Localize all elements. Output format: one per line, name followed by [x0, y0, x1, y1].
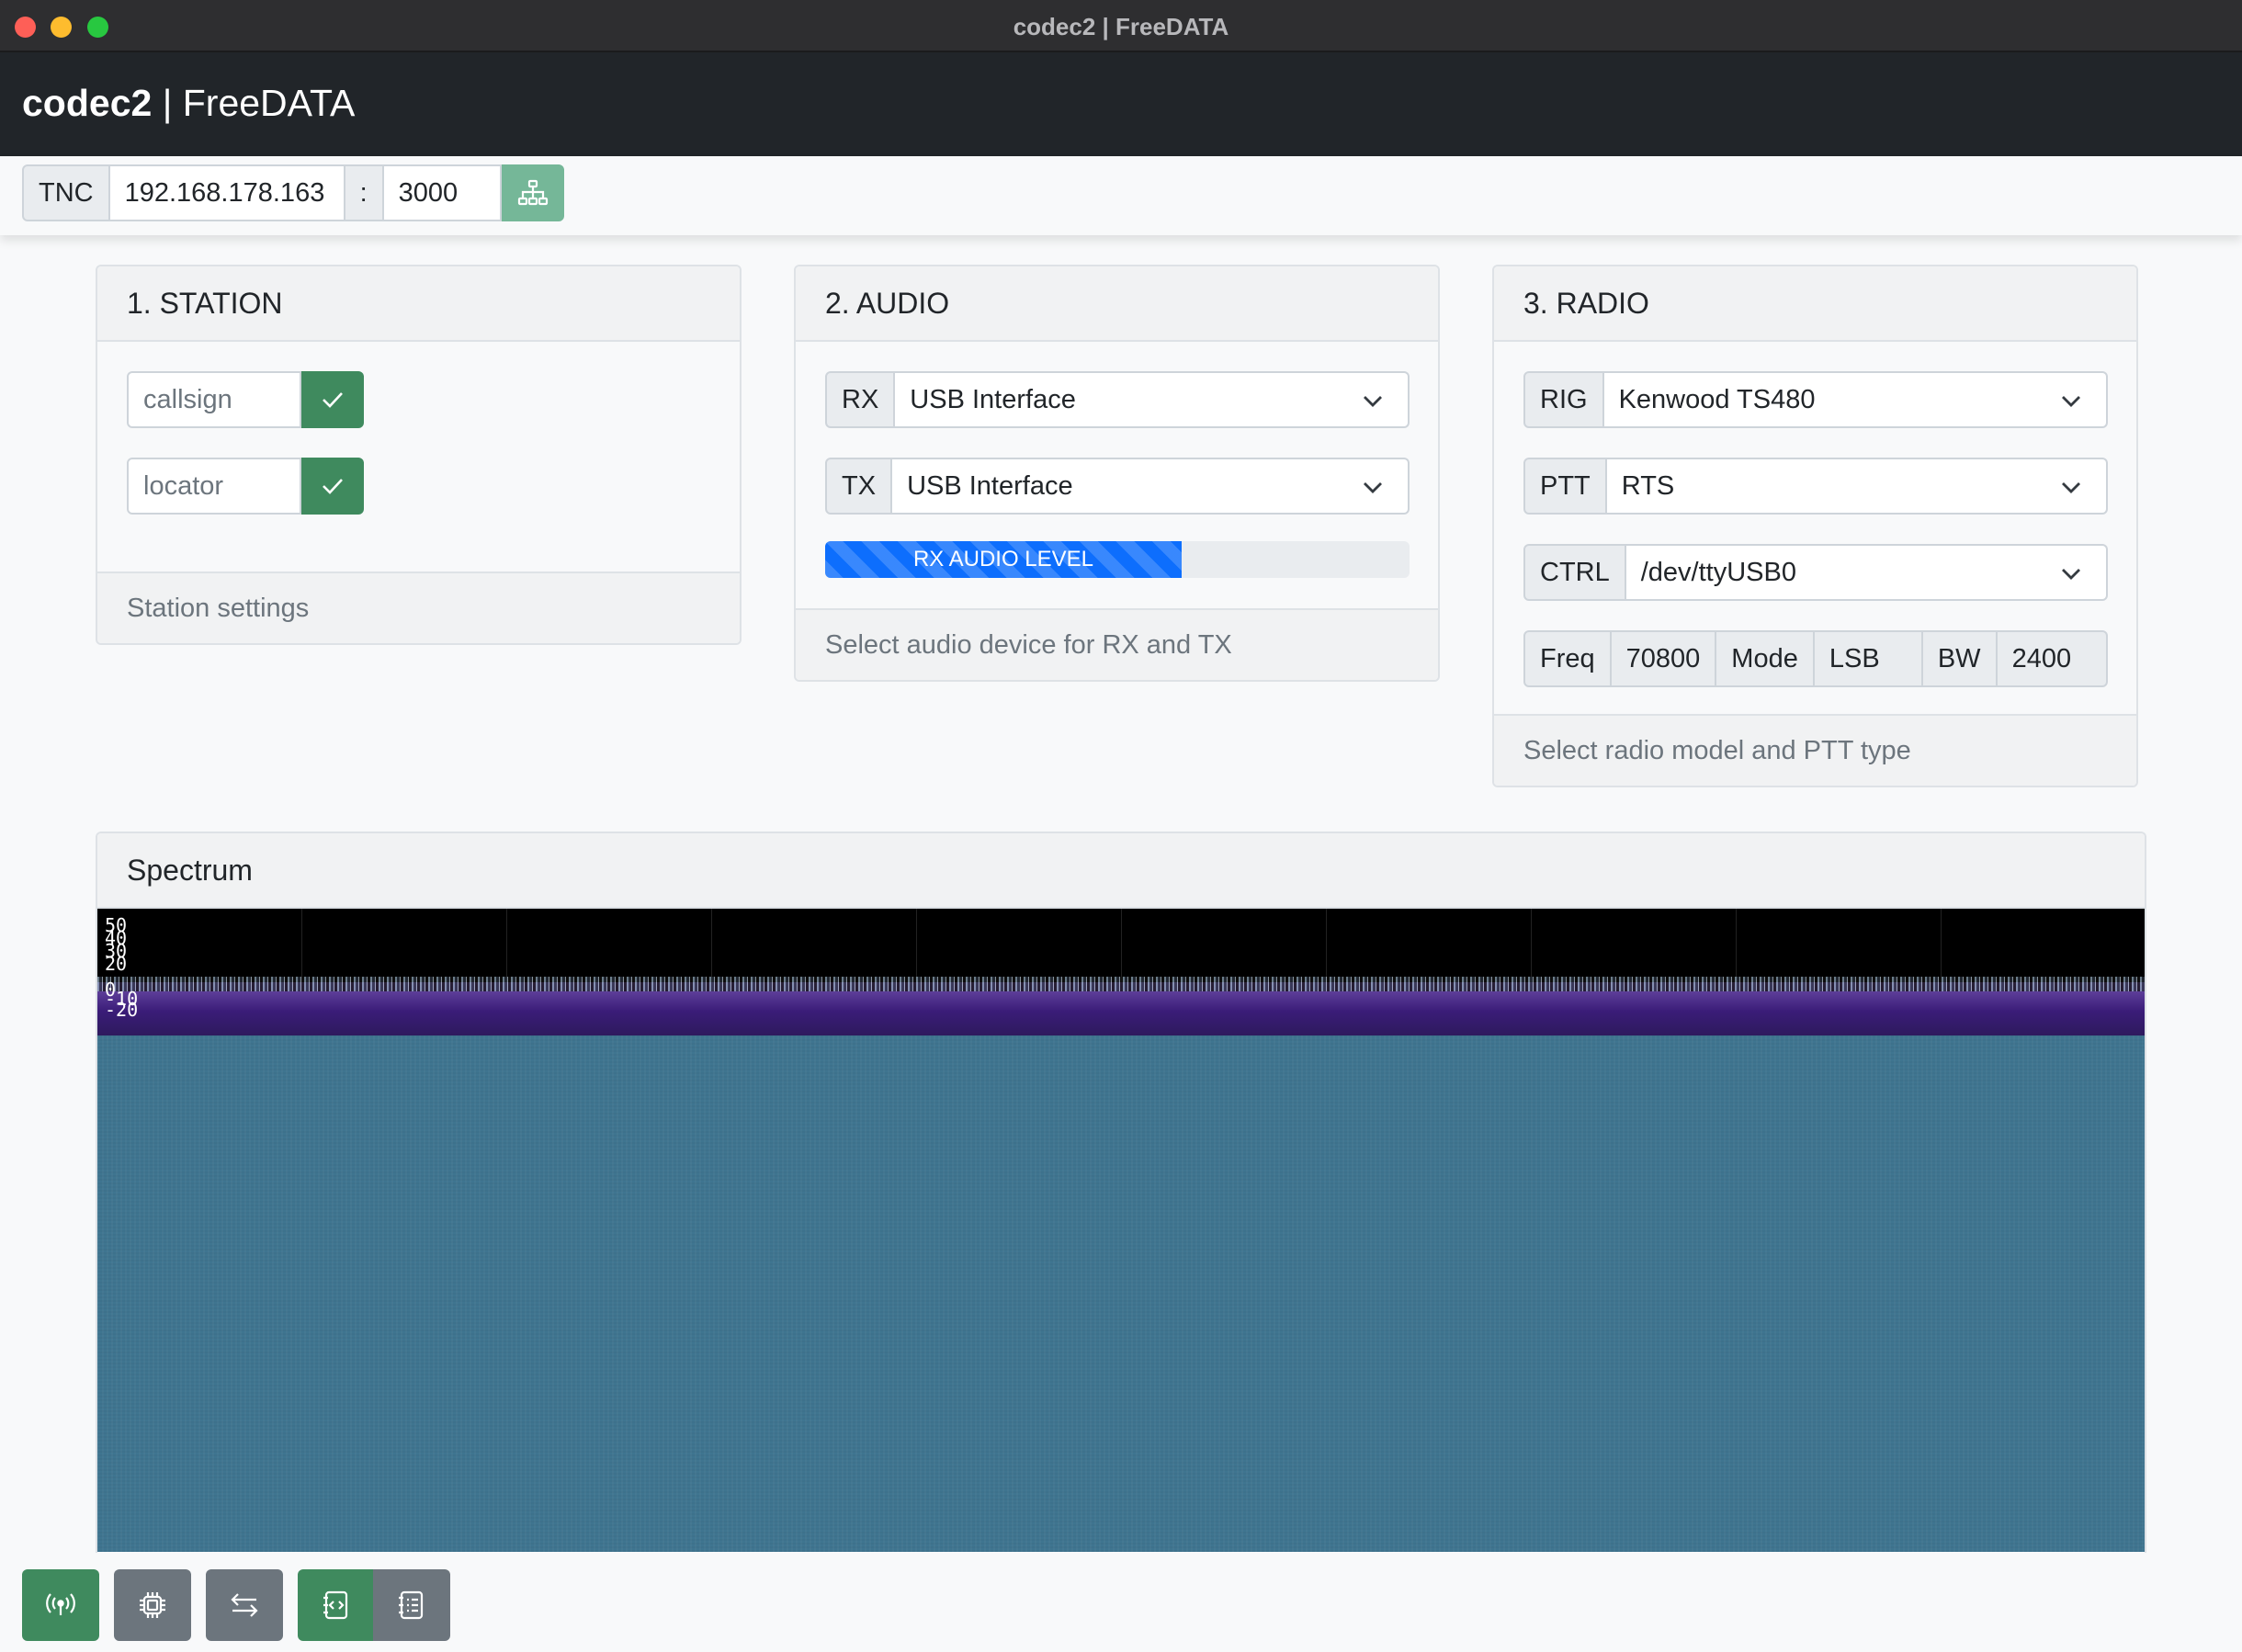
footer-toolbar — [0, 1553, 2242, 1652]
ctrl-row: CTRL /dev/ttyUSB0 — [1523, 544, 2108, 601]
chevron-down-icon — [1364, 396, 1382, 407]
check-icon — [323, 479, 343, 494]
audio-card-title: 2. AUDIO — [796, 266, 1438, 342]
ptt-row: PTT RTS — [1523, 458, 2108, 515]
ptt-label: PTT — [1523, 458, 1607, 515]
spectrum-waterfall-canvas[interactable]: 50 40 30 20 0 -10 -20 — [97, 909, 2145, 1552]
waterfall-display — [97, 1035, 2145, 1552]
broadcast-icon — [46, 1593, 75, 1615]
spectrum-y-tick: -20 — [105, 999, 139, 1021]
check-icon — [323, 392, 343, 408]
rx-audio-level-label: RX AUDIO LEVEL — [912, 547, 1094, 571]
rx-device-row: RX USB Interface — [825, 371, 1410, 428]
station-card-title: 1. STATION — [97, 266, 740, 342]
spectrum-y-tick: 20 — [105, 953, 128, 975]
freq-mode-bw-row: Freq 70800 Mode LSB BW 2400 — [1523, 630, 2108, 687]
tnc-bar: TNC 192.168.178.163 : 3000 — [0, 156, 2242, 235]
audio-card: 2. AUDIO RX USB Interface TX USB Interfa… — [794, 265, 1440, 682]
window-titlebar: codec2 | FreeDATA — [0, 0, 2242, 52]
chevron-down-icon — [2062, 482, 2080, 493]
rig-value: Kenwood TS480 — [1618, 384, 1816, 414]
locator-save-button[interactable] — [301, 458, 364, 515]
chevron-down-icon — [2062, 396, 2080, 407]
bw-value: 2400 — [1997, 630, 2108, 687]
ptt-value: RTS — [1621, 470, 1675, 501]
cpu-icon — [140, 1592, 165, 1618]
radio-card-footer: Select radio model and PTT type — [1494, 714, 2136, 786]
code-file-icon — [323, 1590, 348, 1620]
rx-audio-level-bar: RX AUDIO LEVEL — [825, 541, 1410, 578]
rig-select[interactable]: Kenwood TS480 — [1603, 371, 2108, 428]
tnc-separator: : — [345, 164, 384, 221]
brand-bold: codec2 — [22, 82, 153, 124]
ptt-select[interactable]: RTS — [1606, 458, 2108, 515]
tx-device-select[interactable]: USB Interface — [892, 458, 1410, 515]
radio-card-title: 3. RADIO — [1494, 266, 2136, 342]
window-title: codec2 | FreeDATA — [1013, 13, 1229, 40]
tnc-settings-button[interactable] — [114, 1569, 191, 1641]
tx-device-row: TX USB Interface — [825, 458, 1410, 515]
arrows-exchange-icon — [231, 1593, 258, 1617]
radio-card: 3. RADIO RIG Kenwood TS480 PTT RTS CTRL … — [1492, 265, 2138, 787]
tx-label: TX — [825, 458, 893, 515]
log-view-button[interactable] — [373, 1569, 450, 1641]
bw-label: BW — [1922, 630, 1998, 687]
rig-label: RIG — [1523, 371, 1604, 428]
rig-row: RIG Kenwood TS480 — [1523, 371, 2108, 428]
spectrum-card: Spectrum 50 40 30 20 0 -10 -20 — [96, 832, 2146, 1553]
tnc-port-input[interactable]: 3000 — [383, 164, 502, 221]
callsign-input[interactable]: callsign — [127, 371, 301, 428]
spectrum-noise-trace — [97, 977, 2145, 991]
callsign-row: callsign — [127, 371, 364, 428]
freq-label: Freq — [1523, 630, 1612, 687]
chevron-down-icon — [2062, 569, 2080, 580]
tnc-ip-input[interactable]: 192.168.178.163 — [109, 164, 345, 221]
ctrl-label: CTRL — [1523, 544, 1626, 601]
rx-device-value: USB Interface — [910, 384, 1076, 414]
ctrl-select[interactable]: /dev/ttyUSB0 — [1625, 544, 2108, 601]
tx-device-value: USB Interface — [907, 470, 1073, 501]
tnc-connection-group: TNC 192.168.178.163 : 3000 — [22, 164, 564, 221]
ctrl-value: /dev/ttyUSB0 — [1640, 557, 1796, 587]
radio-control-button[interactable] — [22, 1569, 99, 1641]
network-icon — [517, 179, 548, 206]
brand-rest: | FreeDATA — [152, 82, 356, 124]
code-view-button[interactable] — [298, 1569, 375, 1641]
list-file-icon — [399, 1590, 424, 1620]
freq-value: 70800 — [1611, 630, 1717, 687]
tnc-label: TNC — [22, 164, 110, 221]
chevron-down-icon — [1364, 482, 1382, 493]
rx-audio-level-fill: RX AUDIO LEVEL — [825, 541, 1182, 578]
locator-row: locator — [127, 458, 364, 515]
app-navbar: codec2 | FreeDATA — [0, 52, 2242, 156]
locator-input[interactable]: locator — [127, 458, 301, 515]
callsign-save-button[interactable] — [301, 371, 364, 428]
station-card-footer: Station settings — [97, 571, 740, 643]
tnc-connect-button[interactable] — [501, 164, 564, 221]
data-transfer-button[interactable] — [206, 1569, 283, 1641]
app-brand: codec2 | FreeDATA — [22, 82, 355, 125]
spectrum-card-title: Spectrum — [97, 833, 2145, 909]
mode-label: Mode — [1716, 630, 1815, 687]
station-card: 1. STATION callsign locator Station sett… — [96, 265, 742, 645]
mode-value: LSB — [1814, 630, 1923, 687]
rx-device-select[interactable]: USB Interface — [895, 371, 1410, 428]
audio-card-footer: Select audio device for RX and TX — [796, 608, 1438, 680]
rx-label: RX — [825, 371, 896, 428]
